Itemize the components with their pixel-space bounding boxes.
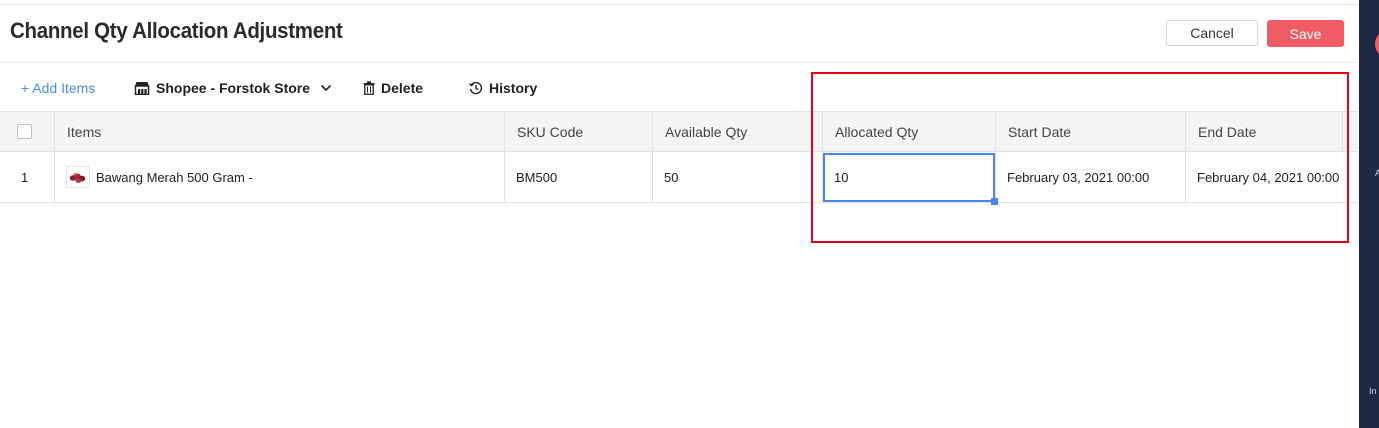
shallot-image-icon [69, 173, 86, 183]
column-divider [504, 112, 505, 151]
history-label: History [489, 80, 538, 96]
history-icon [469, 81, 483, 95]
store-icon [134, 82, 150, 95]
page-title: Channel Qty Allocation Adjustment [10, 18, 343, 43]
delete-label: Delete [381, 80, 424, 96]
column-divider [652, 152, 653, 202]
select-all-cell [17, 112, 37, 151]
side-panel-text-b: In [1369, 386, 1377, 396]
column-divider [504, 152, 505, 202]
end-date-cell[interactable]: February 04, 2021 00:00 [1197, 152, 1347, 202]
avatar[interactable] [1375, 30, 1379, 58]
header-divider [0, 62, 1358, 63]
sku-code-cell: BM500 [516, 169, 558, 185]
cancel-button[interactable]: Cancel [1166, 20, 1258, 46]
column-header-sku-code[interactable]: SKU Code [517, 112, 647, 151]
trash-icon [363, 81, 375, 95]
chevron-down-icon[interactable] [320, 84, 332, 92]
table-header: Items SKU Code Available Qty Allocated Q… [0, 111, 1358, 152]
table-row[interactable]: 1 Bawang Merah 500 Gram - BM500 50 Febru… [0, 152, 1358, 203]
column-header-start-date[interactable]: Start Date [1008, 112, 1178, 151]
column-divider [995, 112, 996, 151]
save-button[interactable]: Save [1267, 20, 1344, 47]
column-header-items[interactable]: Items [67, 112, 497, 151]
column-header-available-qty[interactable]: Available Qty [665, 112, 815, 151]
row-index: 1 [21, 169, 29, 185]
add-items-link[interactable]: + Add Items [21, 78, 95, 98]
start-date-cell[interactable]: February 03, 2021 00:00 [1007, 152, 1183, 202]
column-header-end-date[interactable]: End Date [1198, 112, 1338, 151]
column-divider [1185, 112, 1186, 151]
column-divider [822, 112, 823, 151]
top-divider [0, 4, 1358, 5]
allocated-qty-input[interactable]: 10 [823, 153, 995, 202]
side-panel-text-a: A [1375, 168, 1379, 178]
delete-button[interactable]: Delete [363, 78, 423, 98]
column-divider [1185, 152, 1186, 202]
column-divider [995, 152, 996, 202]
channel-selector[interactable]: Shopee - Forstok Store [134, 78, 332, 98]
item-name: Bawang Merah 500 Gram - [96, 169, 253, 185]
history-button[interactable]: History [469, 78, 537, 98]
select-all-checkbox[interactable] [17, 124, 32, 139]
product-thumbnail [66, 166, 90, 188]
cell-resize-handle[interactable] [991, 198, 998, 205]
column-divider [1342, 112, 1343, 151]
item-cell: Bawang Merah 500 Gram - [66, 152, 496, 202]
column-divider [652, 112, 653, 151]
column-divider [54, 112, 55, 151]
page: Channel Qty Allocation Adjustment Cancel… [0, 0, 1379, 428]
side-panel: A In [1359, 0, 1379, 428]
available-qty-cell: 50 [664, 169, 679, 185]
column-divider [54, 152, 55, 202]
channel-label: Shopee - Forstok Store [156, 80, 311, 96]
column-header-allocated-qty[interactable]: Allocated Qty [835, 112, 990, 151]
